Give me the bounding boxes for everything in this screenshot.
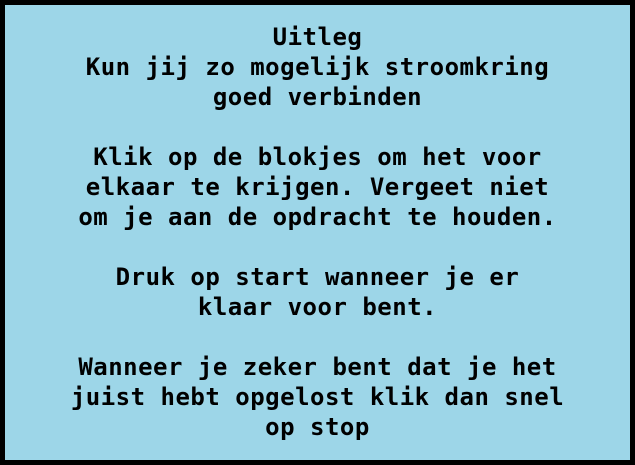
start-instruction-line: Druk op start wanneer je er: [115, 263, 520, 291]
instruction-line: om je aan de opdracht te houden.: [78, 203, 557, 231]
explanation-panel: Uitleg Kun jij zo mogelijk stroomkring g…: [0, 0, 635, 465]
stop-instruction-line: op stop: [265, 413, 370, 441]
explanation-title: Uitleg: [272, 23, 363, 51]
intro-line: Kun jij zo mogelijk stroomkring: [85, 53, 550, 81]
instruction-line: Klik op de blokjes om het voor: [93, 143, 542, 171]
stop-instruction-line: juist hebt opgelost klik dan snel: [70, 383, 565, 411]
explanation-text: Uitleg Kun jij zo mogelijk stroomkring g…: [5, 22, 630, 442]
stop-instruction-line: Wanneer je zeker bent dat je het: [78, 353, 557, 381]
start-instruction-line: klaar voor bent.: [197, 293, 438, 321]
instruction-line: elkaar te krijgen. Vergeet niet: [85, 173, 550, 201]
intro-line: goed verbinden: [212, 83, 423, 111]
